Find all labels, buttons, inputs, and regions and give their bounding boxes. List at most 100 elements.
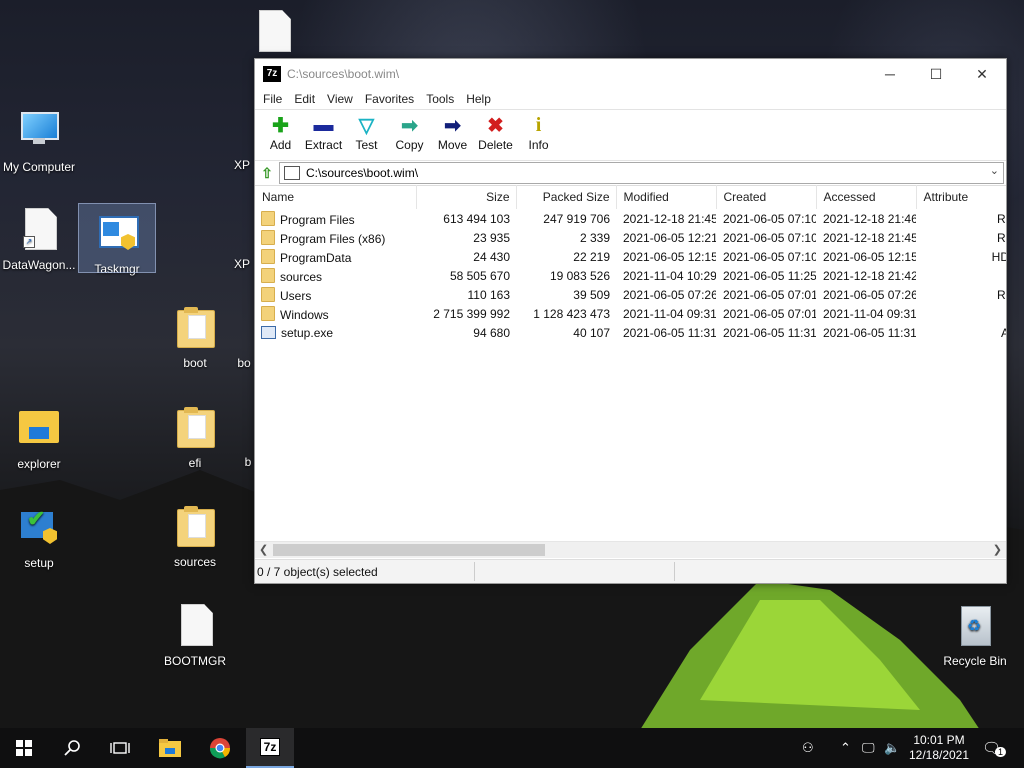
- column-header-accessed[interactable]: Accessed: [816, 185, 917, 209]
- table-row[interactable]: Users 110 163 39 509 2021-06-05 07:26 20…: [255, 285, 1006, 304]
- table-row[interactable]: Program Files (x86) 23 935 2 339 2021-06…: [255, 228, 1006, 247]
- add-button[interactable]: ✚ Add: [259, 110, 302, 160]
- system-clock[interactable]: 10:01 PM 12/18/2021: [904, 733, 974, 763]
- cell-modified: 2021-06-05 11:31: [623, 325, 716, 340]
- file-explorer-taskbar-button[interactable]: [146, 728, 194, 768]
- delete-button[interactable]: ✖ Delete: [474, 110, 517, 160]
- desktop-icon-recycle-bin[interactable]: ♻ Recycle Bin: [937, 602, 1013, 668]
- action-center-button[interactable]: 🗨 1: [982, 728, 1007, 768]
- folder-icon: [261, 286, 275, 302]
- menu-view[interactable]: View: [321, 92, 359, 106]
- scrollbar-thumb[interactable]: [273, 544, 545, 556]
- desktop-icon-efi[interactable]: efi: [157, 404, 233, 470]
- selection-status: 0 / 7 object(s) selected: [257, 565, 378, 579]
- test-button[interactable]: ▽ Test: [345, 110, 388, 160]
- toolbar-label: Extract: [304, 138, 343, 152]
- desktop-icon-setup[interactable]: ✔ setup: [1, 504, 77, 570]
- cell-modified: 2021-06-05 07:26: [623, 287, 716, 302]
- row-name-text: Program Files: [280, 212, 355, 227]
- cell-accessed: 2021-06-05 11:31: [823, 325, 916, 340]
- status-divider: [474, 562, 475, 581]
- desktop-icon-datawagon[interactable]: ↗ DataWagon...: [1, 206, 77, 272]
- show-hidden-icons-button[interactable]: ⌃: [840, 728, 851, 768]
- desktop-icon-label: BOOTMGR: [164, 654, 226, 668]
- delete-icon: ✖: [487, 114, 504, 137]
- close-button[interactable]: ✕: [959, 59, 1005, 89]
- cell-name: ProgramData: [255, 247, 416, 266]
- toolbar-label: Add: [269, 138, 292, 152]
- menu-file[interactable]: File: [257, 92, 288, 106]
- menu-help[interactable]: Help: [460, 92, 497, 106]
- info-button[interactable]: i Info: [517, 110, 560, 160]
- table-row[interactable]: Program Files 613 494 103 247 919 706 20…: [255, 209, 1006, 228]
- task-view-button[interactable]: [96, 728, 144, 768]
- window-title: C:\sources\boot.wim\: [287, 67, 400, 81]
- horizontal-scrollbar[interactable]: ❮ ❯: [255, 541, 1006, 558]
- menu-favorites[interactable]: Favorites: [359, 92, 420, 106]
- people-button[interactable]: ⚇: [802, 728, 814, 768]
- volume-button[interactable]: 🔈: [884, 728, 900, 768]
- cell-attributes: I: [916, 266, 1007, 285]
- desktop-icon-bootmgr[interactable]: BOOTMGR: [157, 602, 233, 668]
- copy-button[interactable]: ➡ Copy: [388, 110, 431, 160]
- chevron-down-icon[interactable]: ⌄: [990, 164, 999, 177]
- cell-name: setup.exe: [255, 323, 416, 342]
- up-arrow-icon: ⇧: [261, 164, 273, 181]
- column-header-packed-size[interactable]: Packed Size: [516, 185, 617, 209]
- sevenzip-app-icon: 7z: [263, 66, 281, 82]
- table-row[interactable]: sources 58 505 670 19 083 526 2021-11-04…: [255, 266, 1006, 285]
- menu-edit[interactable]: Edit: [288, 92, 321, 106]
- file-list: Name Size Packed Size Modified Created A…: [255, 185, 1006, 541]
- cell-accessed: 2021-11-04 09:31: [823, 306, 916, 321]
- window-titlebar[interactable]: 7z C:\sources\boot.wim\ ─ ☐ ✕: [255, 59, 1006, 89]
- cell-created: 2021-06-05 07:10: [723, 211, 816, 226]
- network-button[interactable]: 🖵: [862, 728, 875, 768]
- column-header-size[interactable]: Size: [416, 185, 517, 209]
- cell-name: Program Files: [255, 209, 416, 228]
- folder-icon: [171, 404, 219, 452]
- maximize-button[interactable]: ☐: [913, 59, 959, 89]
- desktop-icon-boot[interactable]: boot: [157, 304, 233, 370]
- menu-tools[interactable]: Tools: [420, 92, 460, 106]
- cell-modified: 2021-11-04 09:31: [623, 306, 716, 321]
- cell-packed-size: 2 339: [579, 230, 610, 245]
- cell-packed-size: 19 083 526: [549, 268, 610, 283]
- search-button[interactable]: [48, 728, 96, 768]
- table-row[interactable]: Windows 2 715 399 992 1 128 423 473 2021…: [255, 304, 1006, 323]
- extract-button[interactable]: ▬ Extract: [302, 110, 345, 160]
- cell-attributes: RI: [997, 230, 1006, 245]
- address-field[interactable]: C:\sources\boot.wim\ ⌄: [279, 162, 1004, 184]
- cell-attributes: HD: [991, 249, 1006, 264]
- desktop-icon-taskmgr[interactable]: Taskmgr: [78, 203, 156, 276]
- column-header-name[interactable]: Name: [255, 185, 417, 209]
- file-icon: [171, 602, 219, 650]
- cell-accessed: 2021-12-18 21:46: [823, 211, 916, 226]
- cell-accessed: 2021-06-05 07:26: [823, 287, 916, 302]
- column-header-modified[interactable]: Modified: [616, 185, 717, 209]
- desktop-icon-explorer[interactable]: explorer: [1, 405, 77, 471]
- desktop-icon-label: Recycle Bin: [943, 654, 1007, 668]
- row-name-text: Windows: [280, 307, 329, 322]
- scroll-left-icon[interactable]: ❮: [259, 542, 268, 558]
- move-button[interactable]: ➡ Move: [431, 110, 474, 160]
- up-folder-button[interactable]: ⇧: [255, 162, 279, 184]
- sevenzip-taskbar-button[interactable]: 7z: [246, 728, 294, 768]
- row-name-text: setup.exe: [281, 325, 334, 340]
- desktop-icon-file[interactable]: [235, 8, 311, 60]
- start-button[interactable]: [0, 728, 48, 768]
- table-row[interactable]: setup.exe 94 680 40 107 2021-06-05 11:31…: [255, 323, 1006, 342]
- cell-created: 2021-06-05 11:31: [723, 325, 816, 340]
- chrome-taskbar-button[interactable]: [196, 728, 244, 768]
- scroll-right-icon[interactable]: ❯: [993, 542, 1002, 558]
- volume-muted-icon: 🔈: [884, 740, 901, 755]
- desktop-icon-my-computer[interactable]: My Computer: [1, 108, 77, 174]
- column-header-created[interactable]: Created: [716, 185, 817, 209]
- minimize-button[interactable]: ─: [867, 59, 913, 89]
- status-divider: [674, 562, 675, 581]
- desktop-icon-sources[interactable]: sources: [157, 503, 233, 569]
- status-bar: 0 / 7 object(s) selected: [255, 559, 1006, 583]
- cell-created: 2021-06-05 07:10: [723, 230, 816, 245]
- table-row[interactable]: ProgramData 24 430 22 219 2021-06-05 12:…: [255, 247, 1006, 266]
- explorer-folder-icon: [15, 405, 63, 453]
- column-header-attributes[interactable]: Attribute: [916, 185, 1006, 209]
